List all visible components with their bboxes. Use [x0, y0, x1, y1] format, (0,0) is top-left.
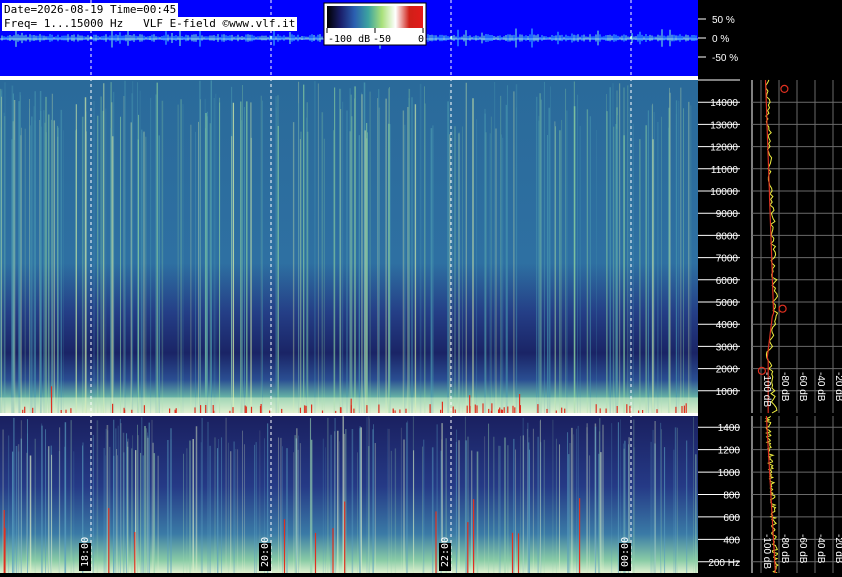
db-tick-label: -60 dB	[797, 372, 808, 402]
freq-tick-label: 4000	[716, 320, 739, 331]
freq-tick-label: 11000	[711, 165, 739, 176]
waveform-separator	[0, 76, 740, 80]
freq-tick-label: 13000	[710, 120, 738, 131]
colorbar-scale	[327, 6, 423, 28]
colorbar-label-max: 0	[418, 34, 424, 45]
date-time-label: Date=2026-08-19 Time=00:45	[2, 3, 179, 17]
colorbar: -100 dB -50 0	[323, 2, 427, 46]
freq-tick-label: 12000	[710, 143, 738, 154]
freq-tick-label: 600	[723, 513, 740, 524]
spectrogram-figure: 50 %0 %-50 % 100020003000400050006000700…	[0, 0, 842, 574]
freq-tick-label: 8000	[716, 231, 739, 242]
time-tick-label: 20:00	[260, 537, 271, 567]
freq-tick-label: 200 Hz	[708, 558, 740, 569]
freq-tick-label: 6000	[716, 276, 739, 287]
db-tick-label: -80 dB	[779, 534, 790, 564]
freq-tick-label: 1000	[716, 387, 739, 398]
freq-tick-label: 9000	[716, 209, 739, 220]
freq-tick-label: 1400	[718, 423, 741, 434]
db-tick-label: -100 dB	[761, 534, 772, 569]
freq-tick-label: 10000	[710, 187, 738, 198]
time-tick-label: 00:00	[620, 537, 631, 567]
db-tick-label: -20 dB	[833, 372, 842, 402]
freq-tick-label: 14000	[710, 98, 738, 109]
db-tick-label: -20 dB	[833, 534, 842, 564]
time-tick-label: 18:00	[80, 537, 91, 567]
freq-tick-label: 2000	[716, 365, 739, 376]
db-tick-label: -100 dB	[761, 372, 772, 407]
freq-tick-label: 1200	[718, 446, 741, 457]
freq-tick-label: 3000	[716, 342, 739, 353]
frequency-info-label: Freq= 1...15000 Hz VLF E-field ©www.vlf.…	[2, 17, 298, 31]
db-tick-label: -60 dB	[797, 534, 808, 564]
freq-tick-label: 800	[723, 491, 740, 502]
colorbar-label-mid: -50	[373, 34, 391, 45]
freq-tick-label: 7000	[716, 254, 739, 265]
amp-tick-label: 0 %	[712, 34, 729, 45]
colorbar-label-min: -100 dB	[328, 34, 370, 45]
panel-separator	[0, 413, 740, 416]
db-tick-label: -80 dB	[779, 372, 790, 402]
amp-tick-label: -50 %	[712, 53, 738, 64]
db-tick-label: -40 dB	[815, 534, 826, 564]
freq-tick-label: 5000	[716, 298, 739, 309]
time-tick-label: 22:00	[440, 537, 451, 567]
upper-spectrogram-background	[0, 80, 698, 413]
vlf-spectrogram-display: 50 % 0 % -50 % 1000 2000 3000 4000 5000 6000 700…	[0, 0, 842, 574]
amp-tick-label: 50 %	[712, 15, 735, 26]
freq-tick-label: 1000	[718, 468, 741, 479]
freq-tick-label: 400	[723, 535, 740, 546]
low-frequency-band	[0, 397, 698, 413]
db-tick-label: -40 dB	[815, 372, 826, 402]
